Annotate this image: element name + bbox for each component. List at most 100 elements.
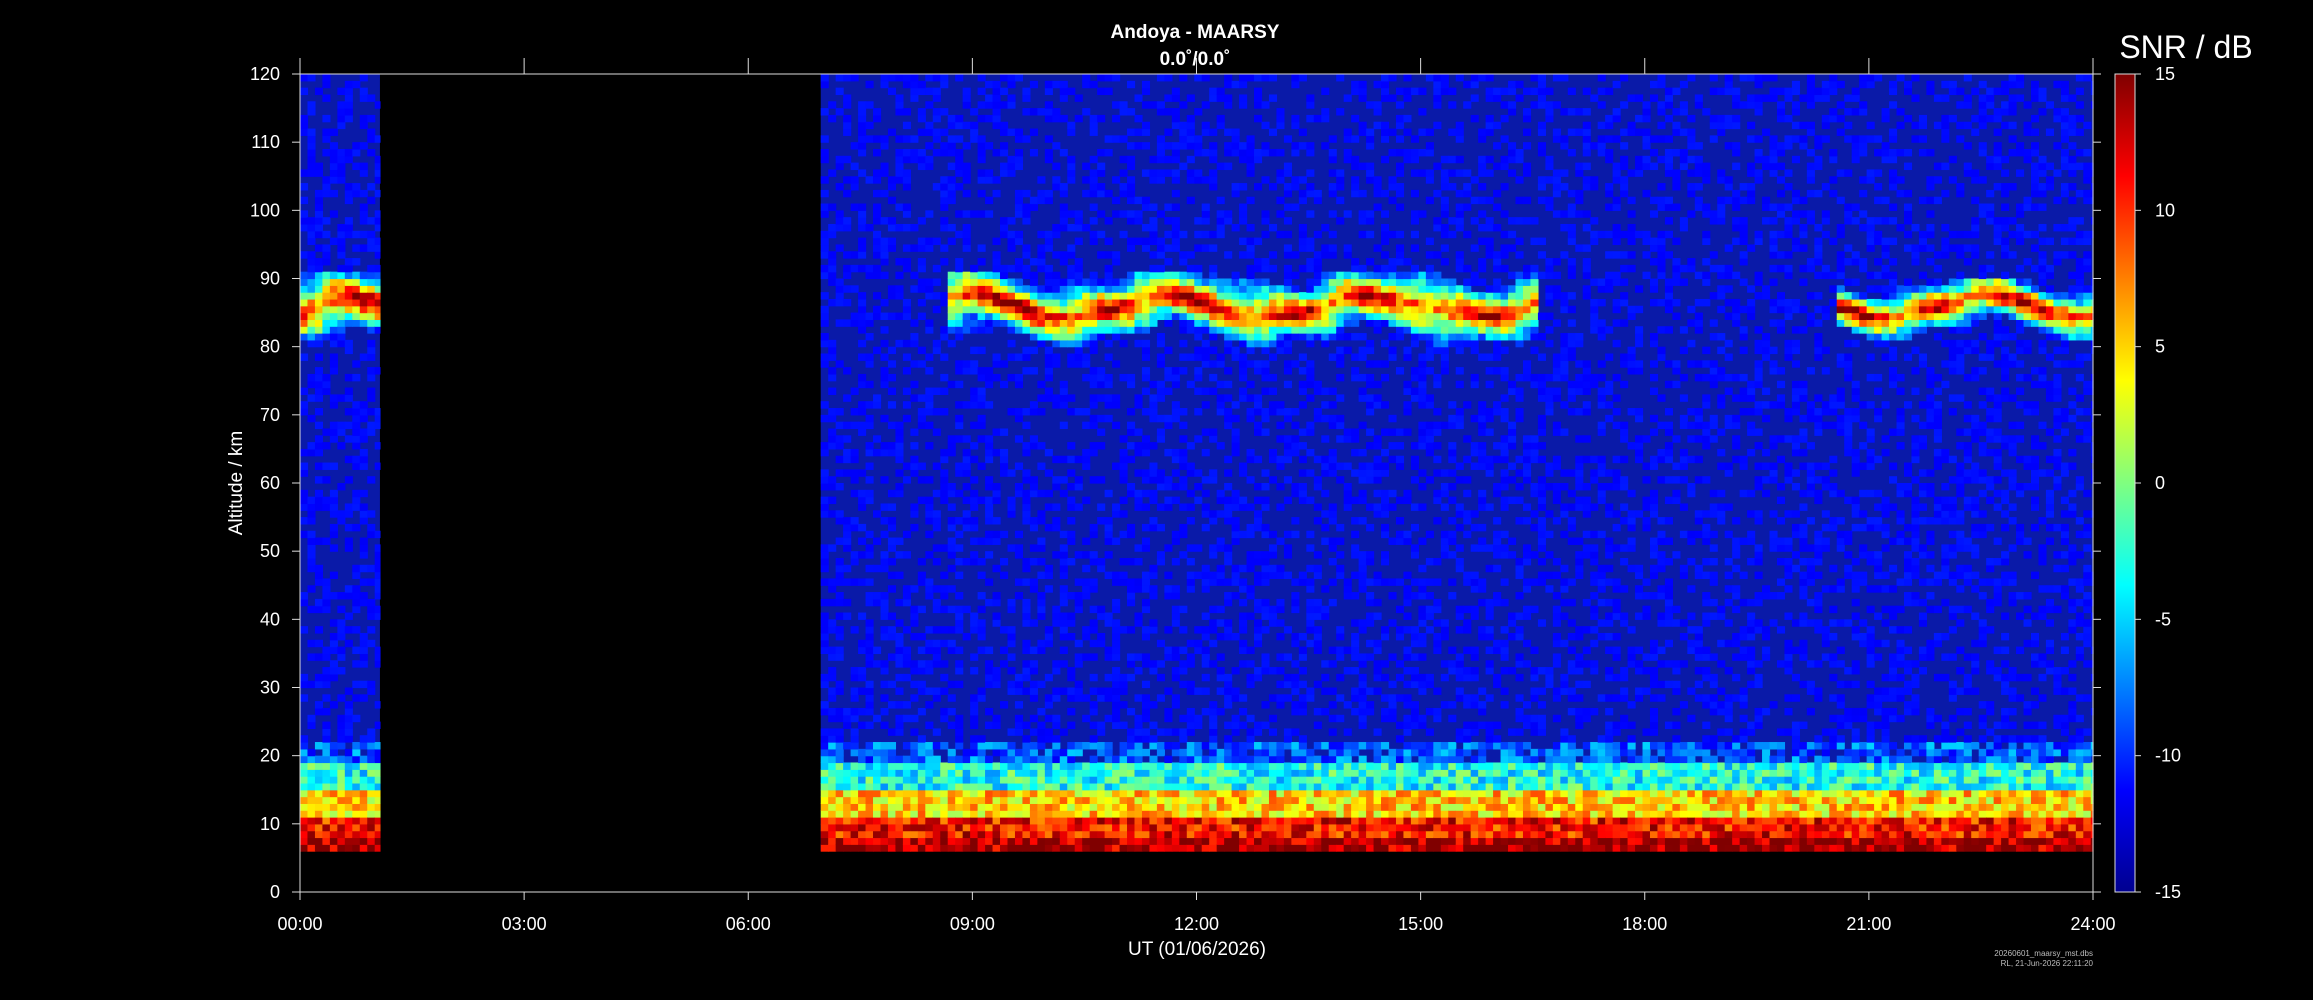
- heatmap-cell: [910, 632, 919, 641]
- heatmap-cell: [1007, 496, 1016, 505]
- heatmap-cell: [1067, 769, 1076, 777]
- heatmap-cell: [359, 298, 368, 307]
- heatmap-cell: [880, 367, 889, 375]
- heatmap-cell: [1014, 326, 1024, 334]
- heatmap-cell: [1366, 844, 1375, 852]
- heatmap-cell: [1291, 680, 1300, 689]
- heatmap-cell: [1119, 571, 1128, 580]
- heatmap-cell: [1141, 169, 1151, 177]
- heatmap-cell: [1052, 619, 1061, 627]
- heatmap-cell: [344, 346, 353, 355]
- heatmap-cell: [1313, 626, 1322, 634]
- heatmap-cell: [1328, 333, 1337, 341]
- heatmap-cell: [902, 210, 911, 218]
- heatmap-cell: [1343, 94, 1352, 102]
- heatmap-cell: [1052, 687, 1061, 695]
- heatmap-cell: [1000, 121, 1009, 130]
- heatmap-cell: [1179, 298, 1188, 307]
- heatmap-cell: [1141, 326, 1151, 334]
- heatmap-cell: [1261, 837, 1270, 845]
- heatmap-cell: [1291, 605, 1300, 614]
- heatmap-cell: [1052, 251, 1061, 259]
- heatmap-cell: [1082, 578, 1091, 586]
- heatmap-cell: [1014, 701, 1024, 709]
- heatmap-cell: [352, 564, 361, 573]
- heatmap-cell: [1231, 728, 1240, 736]
- heatmap-cell: [887, 728, 897, 736]
- heatmap-cell: [367, 782, 376, 791]
- heatmap-cell: [1059, 728, 1068, 736]
- heatmap-cell: [880, 162, 889, 171]
- heatmap-cell: [925, 844, 934, 852]
- heatmap-cell: [374, 305, 381, 314]
- heatmap-cell: [992, 319, 1001, 327]
- heatmap-cell: [880, 748, 889, 757]
- heatmap-cell: [1134, 585, 1143, 593]
- heatmap-cell: [970, 455, 979, 464]
- heatmap-cell: [1366, 639, 1375, 648]
- heatmap-cell: [955, 148, 964, 157]
- heatmap-cell: [1022, 646, 1031, 655]
- heatmap-cell: [955, 667, 964, 675]
- heatmap-cell: [1239, 639, 1248, 648]
- heatmap-cell: [1104, 823, 1113, 832]
- heatmap-cell: [1351, 469, 1360, 477]
- heatmap-cell: [322, 94, 331, 102]
- heatmap-cell: [337, 605, 346, 614]
- heatmap-cell: [1298, 796, 1307, 804]
- heatmap-cell: [1067, 87, 1076, 96]
- heatmap-cell: [1194, 373, 1203, 382]
- heatmap-cell: [1037, 319, 1046, 327]
- heatmap-cell: [1261, 298, 1270, 307]
- heatmap-cell: [1089, 619, 1098, 627]
- heatmap-cell: [344, 537, 353, 545]
- heatmap-cell: [880, 782, 889, 791]
- heatmap-cell: [843, 844, 852, 852]
- heatmap-cell: [1254, 305, 1263, 314]
- heatmap-cell: [887, 544, 897, 552]
- heatmap-cell: [1194, 762, 1203, 770]
- heatmap-cell: [1000, 360, 1009, 368]
- heatmap-cell: [932, 844, 941, 852]
- heatmap-cell: [1089, 721, 1098, 729]
- heatmap-cell: [1104, 748, 1113, 757]
- heatmap-cell: [1313, 258, 1322, 266]
- heatmap-cell: [1261, 667, 1270, 675]
- heatmap-cell: [1261, 101, 1270, 109]
- heatmap-cell: [940, 585, 949, 593]
- heatmap-cell: [1134, 782, 1143, 791]
- heatmap-cell: [992, 108, 1001, 116]
- heatmap-cell: [955, 714, 964, 723]
- heatmap-cell: [352, 748, 361, 757]
- heatmap-cell: [1164, 837, 1173, 845]
- heatmap-cell: [1298, 442, 1307, 450]
- heatmap-cell: [828, 619, 837, 627]
- heatmap-cell: [1052, 694, 1061, 702]
- heatmap-cell: [887, 557, 897, 566]
- heatmap-cell: [955, 530, 964, 539]
- heatmap-cell: [820, 74, 829, 82]
- heatmap-cell: [1014, 721, 1024, 729]
- heatmap-cell: [1164, 258, 1173, 266]
- heatmap-cell: [865, 796, 874, 804]
- heatmap-cell: [1313, 387, 1322, 395]
- heatmap-cell: [1052, 769, 1061, 777]
- heatmap-cell: [962, 605, 971, 614]
- heatmap-cell: [1261, 626, 1270, 634]
- heatmap-cell: [329, 142, 338, 150]
- heatmap-cell: [1246, 408, 1255, 416]
- heatmap-cell: [1358, 673, 1367, 682]
- heatmap-cell: [1089, 530, 1098, 539]
- heatmap-cell: [1194, 230, 1203, 239]
- heatmap-cell: [1059, 339, 1068, 348]
- heatmap-cell: [1276, 769, 1285, 777]
- heatmap-cell: [1059, 612, 1068, 620]
- heatmap-cell: [1254, 421, 1263, 430]
- heatmap-cell: [880, 776, 889, 784]
- heatmap-cell: [1358, 462, 1367, 470]
- heatmap-cell: [1097, 817, 1106, 825]
- heatmap-cell: [314, 762, 324, 770]
- heatmap-cell: [322, 810, 331, 818]
- heatmap-cell: [1097, 776, 1106, 784]
- heatmap-cell: [1000, 230, 1009, 239]
